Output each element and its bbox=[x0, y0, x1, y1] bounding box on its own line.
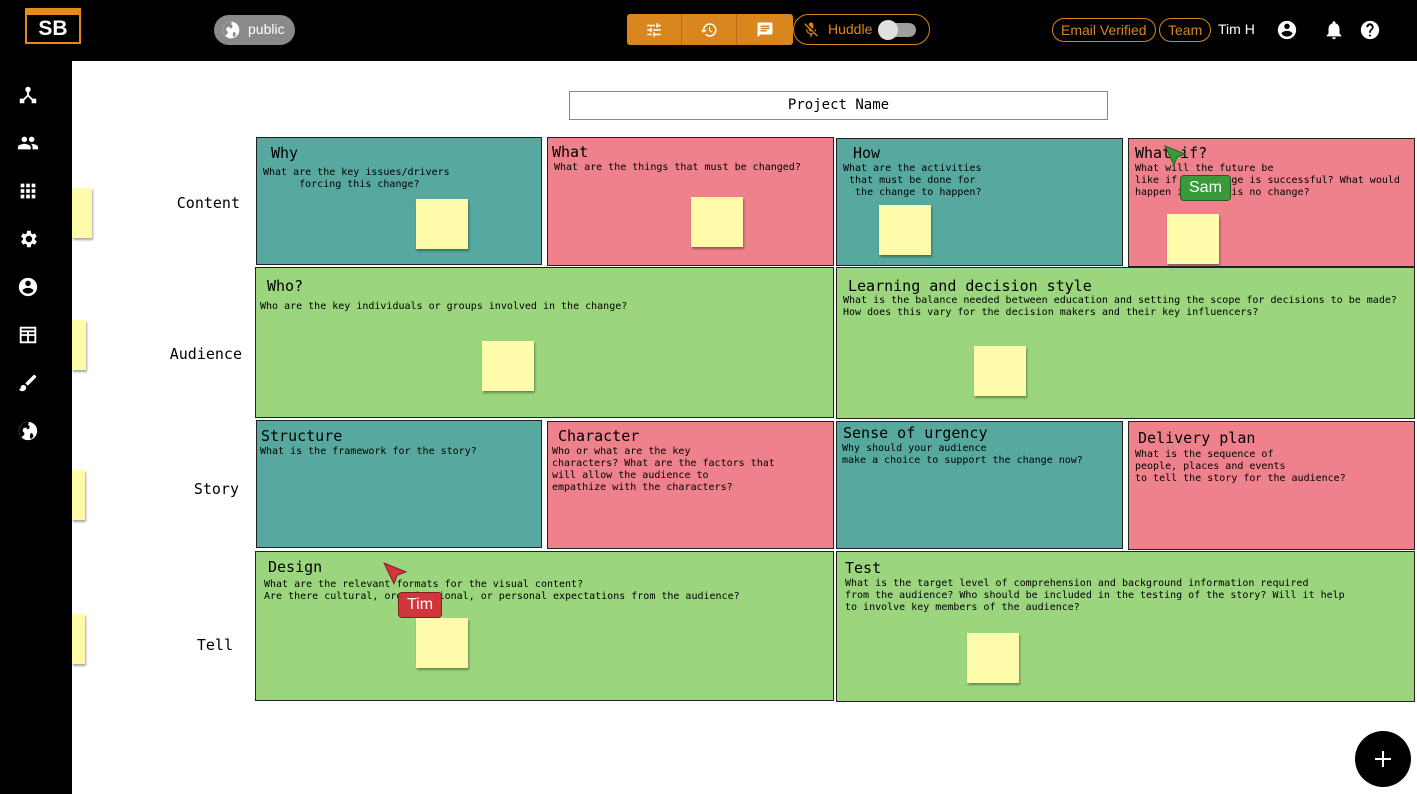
mic-off-icon[interactable] bbox=[802, 21, 820, 39]
cell-description: What are the key issues/drivers forcing … bbox=[263, 167, 450, 190]
globe-icon bbox=[222, 21, 240, 39]
cursor-label-sam: Sam bbox=[1180, 175, 1231, 201]
cell-title: Sense of urgency bbox=[843, 424, 988, 442]
globe-icon[interactable] bbox=[17, 420, 39, 442]
history-icon bbox=[700, 22, 717, 37]
chat-icon bbox=[757, 22, 772, 37]
cell-title: Test bbox=[845, 559, 882, 577]
sticky-note[interactable] bbox=[691, 197, 743, 247]
sticky-note[interactable] bbox=[72, 320, 86, 370]
cell-sense-of-urgency[interactable]: Sense of urgency Why should your audienc… bbox=[836, 421, 1123, 549]
cell-description: What is the framework for the story? bbox=[260, 446, 477, 457]
row-label-tell: Tell bbox=[196, 636, 233, 654]
left-sidebar bbox=[0, 61, 72, 794]
cell-who[interactable]: Who? Who are the key individuals or grou… bbox=[255, 267, 834, 418]
cell-design[interactable]: Design What are the relevant formats for… bbox=[255, 551, 834, 701]
cursor-label-tim: Tim bbox=[398, 592, 443, 618]
cell-what[interactable]: What What are the things that must be ch… bbox=[547, 137, 834, 266]
cell-delivery-plan[interactable]: Delivery plan What is the sequence of pe… bbox=[1128, 421, 1415, 550]
logo-accent-bar bbox=[27, 10, 79, 15]
sticky-note[interactable] bbox=[416, 618, 468, 668]
sticky-note[interactable] bbox=[1167, 214, 1219, 264]
bell-icon[interactable] bbox=[1323, 19, 1345, 41]
row-label-content: Content bbox=[176, 194, 240, 212]
cell-title: What bbox=[552, 143, 589, 161]
row-label-story: Story bbox=[193, 480, 239, 498]
apps-grid-icon[interactable] bbox=[17, 180, 39, 202]
cell-title: Character bbox=[558, 427, 640, 445]
cell-description: Who are the key individuals or groups in… bbox=[260, 301, 628, 312]
brush-icon[interactable] bbox=[17, 372, 39, 394]
cell-title: Who? bbox=[267, 277, 304, 295]
sticky-note[interactable] bbox=[416, 199, 468, 249]
sticky-note[interactable] bbox=[967, 633, 1019, 683]
adjust-settings-button[interactable] bbox=[627, 14, 682, 45]
cell-title: Learning and decision style bbox=[848, 277, 1092, 295]
project-name-field[interactable]: Project Name bbox=[569, 91, 1108, 120]
cell-test[interactable]: Test What is the target level of compreh… bbox=[836, 551, 1415, 702]
cell-description: Who or what are the key characters? What… bbox=[552, 446, 775, 493]
account-icon[interactable] bbox=[17, 276, 39, 298]
cell-description: What are the things that must be changed… bbox=[554, 162, 801, 173]
huddle-control: Huddle bbox=[793, 14, 930, 45]
cell-description: Why should your audience make a choice t… bbox=[842, 443, 1083, 466]
table-layout-icon[interactable] bbox=[17, 324, 39, 346]
huddle-label: Huddle bbox=[828, 21, 873, 37]
cell-character[interactable]: Character Who or what are the key charac… bbox=[547, 421, 834, 549]
cell-title: Why bbox=[271, 144, 299, 162]
sticky-note[interactable] bbox=[974, 346, 1026, 396]
visibility-toggle-button[interactable]: public bbox=[214, 15, 295, 45]
cell-how[interactable]: How What are the activities that must be… bbox=[836, 138, 1123, 266]
cell-description: What is the balance needed between educa… bbox=[843, 295, 1397, 318]
user-name[interactable]: Tim H bbox=[1218, 21, 1255, 37]
cell-title: Structure bbox=[261, 427, 343, 445]
cell-structure[interactable]: Structure What is the framework for the … bbox=[256, 420, 542, 548]
cell-title: Design bbox=[268, 558, 323, 576]
cursor-arrow-icon bbox=[1164, 145, 1187, 167]
cell-title: How bbox=[853, 144, 881, 162]
toggle-knob bbox=[878, 20, 898, 40]
sticky-note[interactable] bbox=[879, 205, 931, 255]
logo-text: SB bbox=[38, 17, 68, 40]
history-button[interactable] bbox=[682, 14, 737, 45]
cursor-arrow-icon bbox=[383, 562, 408, 586]
huddle-toggle[interactable] bbox=[878, 20, 916, 40]
team-badge[interactable]: Team bbox=[1159, 18, 1212, 42]
cell-title: Delivery plan bbox=[1138, 429, 1256, 447]
cell-description: What will the future be like if the chan… bbox=[1135, 163, 1400, 198]
add-button[interactable] bbox=[1355, 731, 1411, 787]
cell-description: What is the target level of comprehensio… bbox=[845, 578, 1345, 613]
top-bar: SB public Huddle Email Verified Team Tim… bbox=[0, 0, 1417, 61]
gear-icon[interactable] bbox=[17, 228, 39, 250]
sticky-note[interactable] bbox=[72, 188, 92, 238]
email-verified-badge[interactable]: Email Verified bbox=[1052, 18, 1156, 42]
cell-description: What are the relevant formats for the vi… bbox=[264, 579, 740, 602]
account-circle-icon[interactable] bbox=[1276, 19, 1298, 41]
toolbar-group bbox=[627, 14, 793, 45]
cell-learning-decision-style[interactable]: Learning and decision style What is the … bbox=[836, 267, 1415, 419]
help-icon[interactable] bbox=[1359, 19, 1381, 41]
people-icon[interactable] bbox=[17, 132, 39, 154]
cell-description: What is the sequence of people, places a… bbox=[1135, 449, 1346, 484]
sticky-note[interactable] bbox=[72, 614, 85, 664]
sticky-note[interactable] bbox=[482, 341, 534, 391]
app-logo[interactable]: SB bbox=[25, 8, 81, 44]
row-label-audience: Audience bbox=[169, 345, 242, 363]
sliders-icon bbox=[647, 22, 661, 37]
cell-description: What are the activities that must be don… bbox=[843, 163, 982, 198]
visibility-label: public bbox=[248, 21, 285, 37]
network-icon[interactable] bbox=[17, 84, 39, 106]
cell-why[interactable]: Why What are the key issues/drivers forc… bbox=[256, 137, 542, 265]
plus-icon bbox=[1382, 751, 1384, 767]
chat-button[interactable] bbox=[737, 14, 792, 45]
sticky-note[interactable] bbox=[72, 470, 85, 520]
